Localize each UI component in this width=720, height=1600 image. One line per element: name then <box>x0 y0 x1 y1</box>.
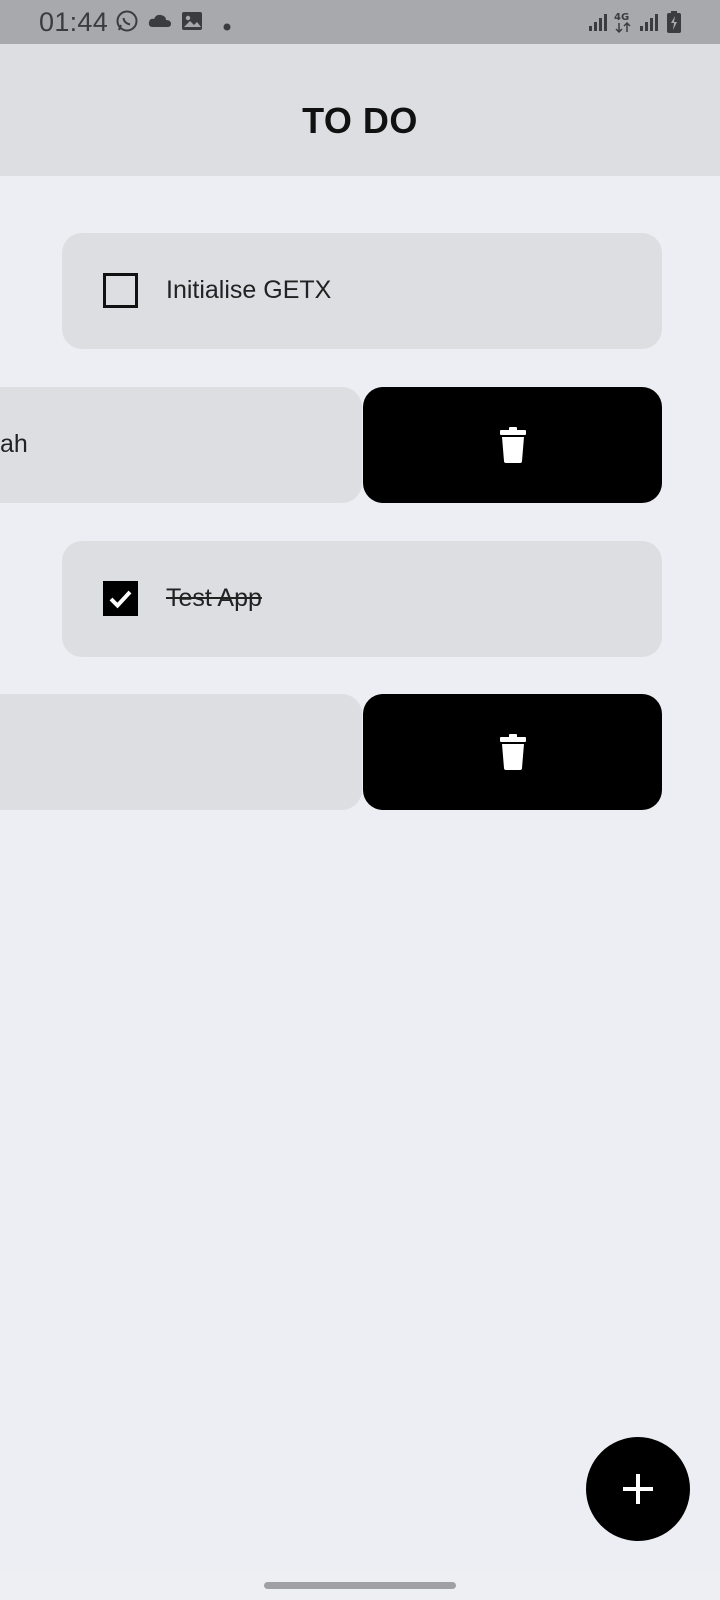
page-title: TO DO <box>302 100 418 141</box>
battery-charging-icon <box>666 10 682 39</box>
todo-checkbox-checked[interactable] <box>103 581 138 616</box>
delete-button[interactable] <box>363 387 662 503</box>
todo-checkbox[interactable] <box>103 273 138 308</box>
gallery-icon <box>181 11 203 36</box>
signal-icon <box>588 12 608 37</box>
todo-label: Test App <box>166 584 262 612</box>
todo-label: ah <box>0 430 28 458</box>
list-item[interactable] <box>0 694 362 810</box>
svg-text:4G: 4G <box>614 12 629 23</box>
4g-icon: 4G <box>613 10 633 39</box>
status-bar: 01:44 4G <box>0 0 720 44</box>
status-time: 01:44 <box>39 7 109 37</box>
home-indicator[interactable] <box>264 1582 456 1589</box>
list-item[interactable]: Test App <box>62 541 662 657</box>
check-icon <box>109 590 132 609</box>
whatsapp-icon <box>115 9 139 38</box>
signal-icon <box>639 12 659 37</box>
dot-icon <box>223 18 231 36</box>
cloud-icon <box>147 11 173 36</box>
list-item[interactable]: ah <box>0 387 362 503</box>
todo-label: Initialise GETX <box>166 276 332 304</box>
list-item[interactable]: Initialise GETX <box>62 233 662 349</box>
add-todo-button[interactable] <box>586 1437 690 1541</box>
delete-button[interactable] <box>363 694 662 810</box>
